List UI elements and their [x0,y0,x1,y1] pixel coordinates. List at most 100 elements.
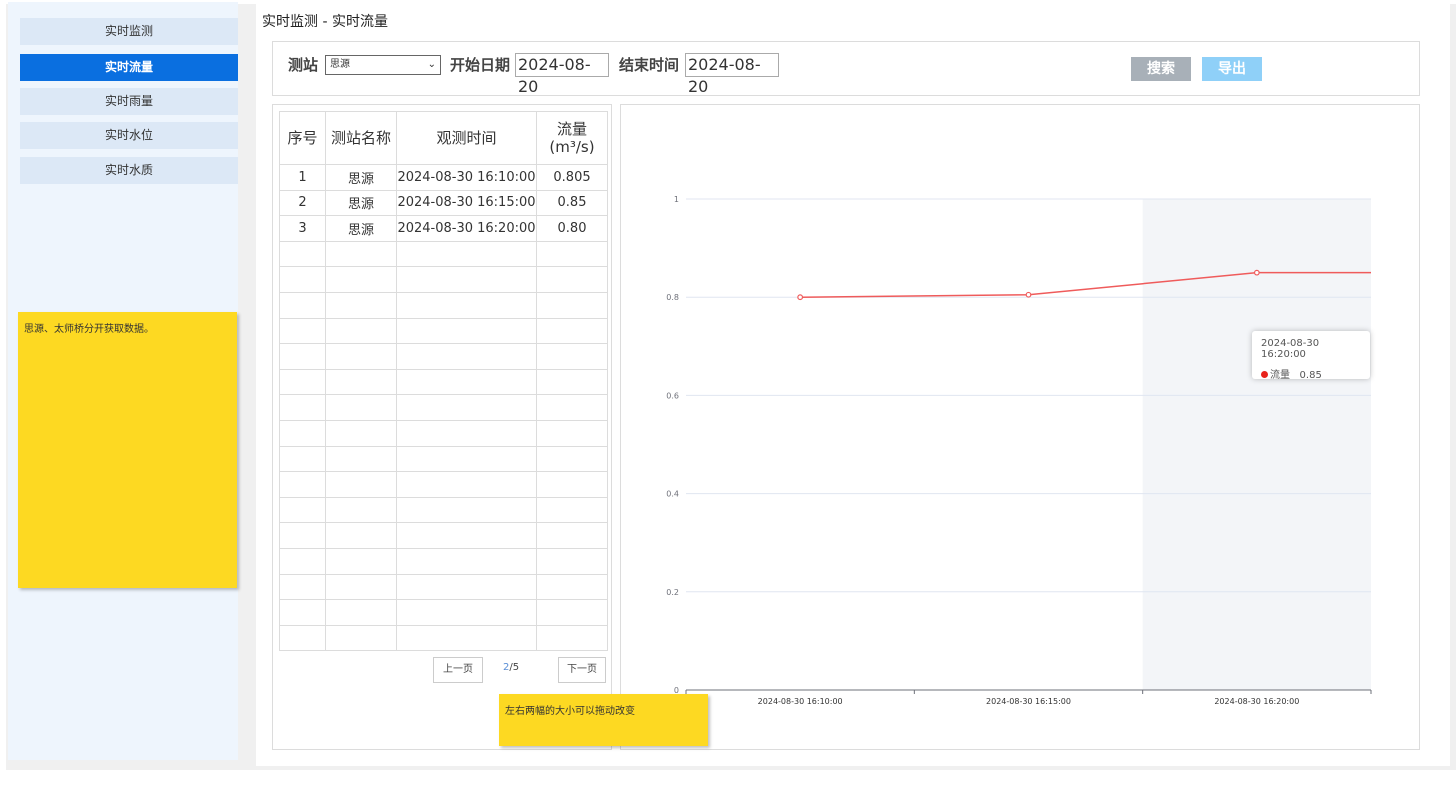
table-row-empty [279,599,608,626]
table-cell [536,343,608,370]
end-time-input[interactable]: 2024-08-20 [685,53,779,96]
table-cell [536,419,608,447]
table-row-empty [279,624,608,652]
y-tick-label: 1 [674,195,679,204]
table-cell [396,496,537,524]
table-cell [536,624,608,652]
table-row-empty [279,266,608,293]
table-cell [325,496,397,524]
search-button[interactable]: 搜索 [1131,57,1191,81]
flow-line-chart[interactable]: 00.20.40.60.812024-08-30 16:10:00 2024-08… [621,105,1419,749]
prev-page-button[interactable]: 上一页 [433,657,483,683]
sidebar-item-realtime-monitor[interactable]: 实时监测 [20,18,238,45]
table-cell [396,317,537,345]
y-tick-label: 0.8 [666,293,679,302]
table-cell [396,547,537,575]
table-cell [536,317,608,345]
table-cell: 1 [279,164,326,191]
table-cell [325,394,397,421]
table-cell [536,266,608,293]
table-cell [279,317,326,345]
table-row[interactable]: 2 思源 2024-08-30 16:15:00 0.85 [279,189,608,217]
table-cell [396,471,537,498]
table-row[interactable]: 3 思源 2024-08-30 16:20:00 0.80 [279,215,608,242]
column-header-station: 测站名称 [325,111,397,165]
table-cell [325,291,397,319]
table-cell [279,368,326,396]
table-row-empty [279,496,608,524]
table-cell [325,240,397,268]
table-cell [536,471,608,498]
tooltip-value: 0.85 [1299,370,1322,381]
table-row-empty [279,394,608,421]
column-header-time: 观测时间 [396,111,537,165]
series-dot-icon [1261,371,1268,378]
table-cell: 2024-08-30 16:10:00 [396,164,537,191]
table-cell [536,496,608,524]
table-panel[interactable]: 序号 测站名称 观测时间 流量 (m³/s) 1 思源 2024-08-30 1… [272,104,612,750]
sidebar-item-realtime-water-level[interactable]: 实时水位 [20,122,238,149]
y-tick-label: 0.2 [666,588,679,597]
table-row[interactable]: 1 思源 2024-08-30 16:10:00 0.805 [279,164,608,191]
x-tick-label: 2024-08-30 16:20:00 [1214,697,1299,706]
table-cell [396,368,537,396]
x-tick-label: 2024-08-30 16:15:00 [986,697,1071,706]
table-cell [325,522,397,549]
table-cell: 2024-08-30 16:15:00 [396,189,537,217]
next-page-button[interactable]: 下一页 [558,657,606,683]
station-label: 测站 [288,56,319,74]
table-cell: 2 [279,189,326,217]
table-row-empty [279,291,608,319]
sticky-note: 思源、太师桥分开获取数据。 [18,312,237,588]
table-cell: 思源 [325,189,397,217]
table-cell: 0.805 [536,164,608,191]
table-cell [396,445,537,473]
data-point [797,294,804,301]
chart-tooltip: 2024-08-30 16:20:00 流量 0.85 [1252,331,1370,381]
table-cell [396,599,537,626]
table-cell [325,547,397,575]
table-row-empty [279,343,608,370]
chart-panel[interactable]: 0 0.2 0.4 0.6 0.8 1 2024-08-30 16:10:00 2024-08… [620,104,1420,750]
x-tick-label: 2024-08-30 16:10:00 [758,697,843,706]
table-cell [536,547,608,575]
table-cell [325,471,397,498]
table-cell [396,343,537,370]
data-point [1253,269,1260,276]
start-date-input[interactable]: 2024-08-20 [515,53,609,96]
table-cell [536,394,608,421]
page-indicator: 2/5 [503,662,519,673]
table-cell [279,496,326,524]
table-cell [536,368,608,396]
table-cell [279,240,326,268]
table-cell [325,624,397,652]
export-button[interactable]: 导出 [1202,57,1262,81]
end-time-label: 结束时间 [619,56,680,74]
sidebar-item-realtime-flow[interactable]: 实时流量 [20,54,238,81]
tooltip-series: 流量 [1270,370,1290,381]
table-cell: 2024-08-30 16:20:00 [396,215,537,242]
station-select[interactable]: 思源 ⌄ [325,55,441,75]
flow-table: 序号 测站名称 观测时间 流量 (m³/s) 1 思源 2024-08-30 1… [279,111,608,652]
table-cell [396,573,537,601]
table-cell [396,394,537,421]
table-cell [325,445,397,473]
table-cell [279,522,326,549]
table-row-empty [279,240,608,268]
table-row-empty [279,317,608,345]
table-cell: 思源 [325,215,397,242]
table-cell [396,522,537,549]
table-cell [279,291,326,319]
table-cell [279,547,326,575]
sidebar-item-realtime-rainfall[interactable]: 实时雨量 [20,88,238,115]
column-header-index: 序号 [279,111,326,165]
start-date-label: 开始日期 [450,56,511,74]
table-cell [396,624,537,652]
table-cell [536,445,608,473]
table-cell [325,368,397,396]
sidebar-item-realtime-water-quality[interactable]: 实时水质 [20,157,238,184]
table-cell [536,522,608,549]
table-cell [279,599,326,626]
table-row-empty [279,471,608,498]
y-tick-label: 0.6 [666,391,679,400]
